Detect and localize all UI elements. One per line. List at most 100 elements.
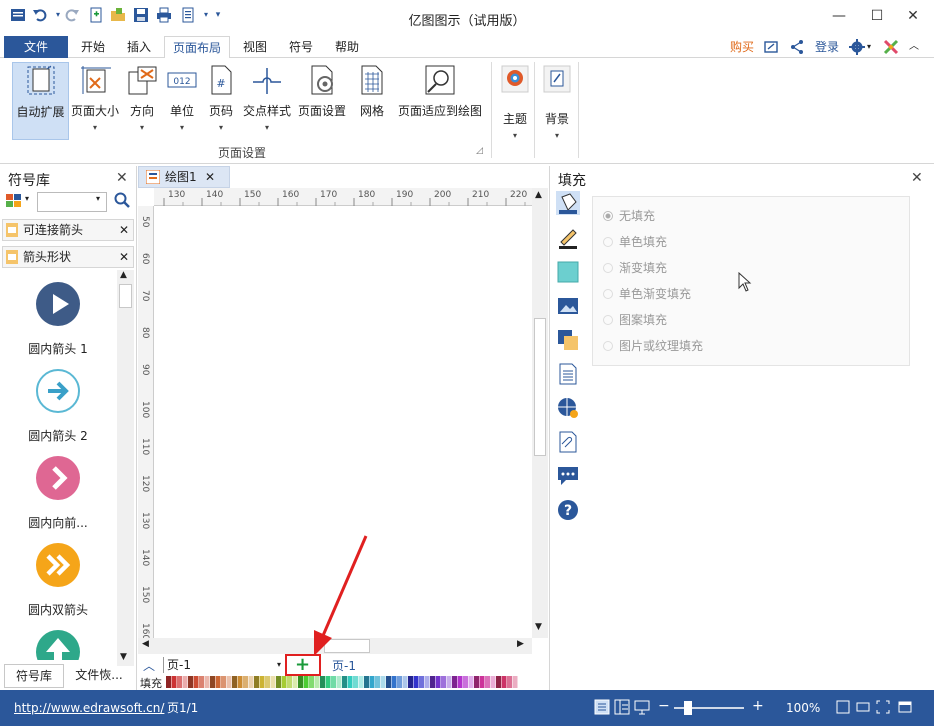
color-swatch[interactable]	[490, 676, 496, 688]
color-swatch[interactable]	[336, 676, 342, 688]
tab-symbol-library[interactable]: 符号库	[4, 664, 64, 688]
color-swatch[interactable]	[254, 676, 259, 688]
buy-link[interactable]: 购买	[730, 39, 754, 55]
minimize-button[interactable]: —	[822, 4, 856, 28]
color-swatch[interactable]	[452, 676, 457, 688]
color-swatch[interactable]	[276, 676, 281, 688]
close-library-icon[interactable]: ✕	[116, 170, 128, 186]
color-swatch[interactable]	[188, 676, 193, 688]
fill-option-picture-texture[interactable]: 图片或纹理填充	[603, 337, 703, 355]
scroll-up-icon[interactable]: ▲	[120, 270, 127, 280]
close-section-icon[interactable]: ✕	[119, 220, 129, 240]
attachment-icon[interactable]	[556, 430, 580, 454]
color-swatch[interactable]	[171, 676, 177, 688]
tab-help[interactable]: 帮助	[328, 36, 366, 58]
search-dropdown-icon[interactable]: ▾	[96, 194, 100, 203]
color-swatch[interactable]	[463, 676, 468, 688]
login-link[interactable]: 登录	[815, 39, 839, 55]
color-swatch[interactable]	[314, 676, 320, 688]
color-swatch[interactable]	[424, 676, 430, 688]
page-size-button[interactable]: 页面大小 ▾	[70, 62, 120, 142]
scroll-thumb[interactable]	[534, 318, 546, 456]
color-swatch[interactable]	[441, 676, 446, 688]
color-swatch[interactable]	[325, 676, 331, 688]
color-swatch[interactable]	[287, 676, 292, 688]
shadow-icon[interactable]	[556, 260, 580, 284]
color-swatch[interactable]	[281, 676, 287, 688]
library-section-arrow-shapes[interactable]: 箭头形状 ✕	[2, 246, 134, 268]
color-swatch[interactable]	[446, 676, 452, 688]
color-swatch[interactable]	[298, 676, 303, 688]
help-icon[interactable]: ?	[556, 498, 580, 522]
library-grid-icon[interactable]	[6, 194, 24, 211]
share-screen-icon[interactable]	[763, 39, 779, 55]
library-scrollbar[interactable]: ▲ ▼	[117, 270, 134, 666]
color-swatch[interactable]	[303, 676, 309, 688]
color-swatch[interactable]	[430, 676, 435, 688]
fit-page-icon[interactable]	[836, 699, 850, 719]
shape-circle-double-arrow[interactable]: 圆内双箭头	[0, 543, 116, 618]
color-swatch[interactable]	[496, 676, 501, 688]
page-select-dropdown[interactable]: 页-1 ▾	[163, 657, 283, 673]
color-swatch[interactable]	[479, 676, 485, 688]
shape-circle-forward[interactable]: 圆内向前...	[0, 456, 116, 531]
close-fill-panel-icon[interactable]: ✕	[911, 170, 923, 186]
fill-option-none[interactable]: 无填充	[603, 207, 655, 225]
color-swatch[interactable]	[391, 676, 397, 688]
fit-page-to-drawing-button[interactable]: 页面适应到绘图	[396, 62, 484, 142]
tab-page-layout[interactable]: 页面布局	[164, 36, 230, 59]
color-swatch[interactable]	[512, 676, 518, 688]
comment-icon[interactable]	[556, 464, 580, 488]
color-swatch[interactable]	[215, 676, 221, 688]
tab-file-recovery[interactable]: 文件恢...	[68, 664, 130, 688]
shape-circle-up-arrow[interactable]	[0, 630, 116, 660]
color-swatch[interactable]	[221, 676, 226, 688]
tab-view[interactable]: 视图	[236, 36, 274, 58]
color-swatch[interactable]	[232, 676, 237, 688]
color-swatch[interactable]	[435, 676, 441, 688]
settings-gear-icon[interactable]	[849, 39, 865, 55]
fill-option-gradient[interactable]: 渐变填充	[603, 259, 667, 277]
settings-dropdown-icon[interactable]: ▾	[867, 39, 871, 55]
color-swatch[interactable]	[199, 676, 204, 688]
color-swatch[interactable]	[507, 676, 512, 688]
color-swatch[interactable]	[353, 676, 358, 688]
view-normal-icon[interactable]	[594, 698, 610, 720]
fill-bucket-icon[interactable]	[556, 191, 580, 215]
color-swatch[interactable]	[375, 676, 380, 688]
background-button[interactable]: 背景 ▾	[540, 62, 574, 142]
scroll-down-icon[interactable]: ▼	[120, 652, 127, 662]
color-swatch[interactable]	[210, 676, 215, 688]
fill-option-pattern[interactable]: 图案填充	[603, 311, 667, 329]
color-swatch[interactable]	[204, 676, 210, 688]
color-swatch[interactable]	[397, 676, 402, 688]
document-tab[interactable]: 绘图1 ✕	[138, 166, 230, 188]
color-swatch[interactable]	[369, 676, 375, 688]
color-swatch[interactable]	[331, 676, 336, 688]
color-swatch[interactable]	[501, 676, 507, 688]
fill-option-mono-gradient[interactable]: 单色渐变填充	[603, 285, 691, 303]
window-mode-icon[interactable]	[898, 699, 912, 719]
intersection-style-button[interactable]: 交点样式 ▾	[241, 62, 293, 142]
color-swatch[interactable]	[309, 676, 314, 688]
color-swatch[interactable]	[380, 676, 386, 688]
scroll-thumb[interactable]	[119, 284, 132, 308]
color-swatch[interactable]	[166, 676, 171, 688]
view-split-icon[interactable]	[614, 698, 630, 720]
page-number-button[interactable]: # 页码 ▾	[203, 62, 239, 142]
group-launcher-icon[interactable]: ◿	[476, 146, 483, 156]
color-swatch[interactable]	[270, 676, 276, 688]
color-swatch[interactable]	[358, 676, 364, 688]
color-swatch[interactable]	[243, 676, 248, 688]
close-section-icon[interactable]: ✕	[119, 247, 129, 267]
presentation-icon[interactable]	[634, 698, 650, 720]
collapse-ribbon-icon[interactable]: ︿	[909, 39, 919, 55]
zoom-in-button[interactable]: +	[752, 698, 764, 714]
tab-symbol[interactable]: 符号	[282, 36, 320, 58]
close-document-icon[interactable]: ✕	[205, 167, 215, 187]
color-swatch[interactable]	[292, 676, 298, 688]
color-swatch[interactable]	[402, 676, 408, 688]
shape-circle-arrow-2[interactable]: 圆内箭头 2	[0, 369, 116, 444]
color-swatch[interactable]	[177, 676, 182, 688]
theme-button[interactable]: 主题 ▾	[498, 62, 532, 142]
